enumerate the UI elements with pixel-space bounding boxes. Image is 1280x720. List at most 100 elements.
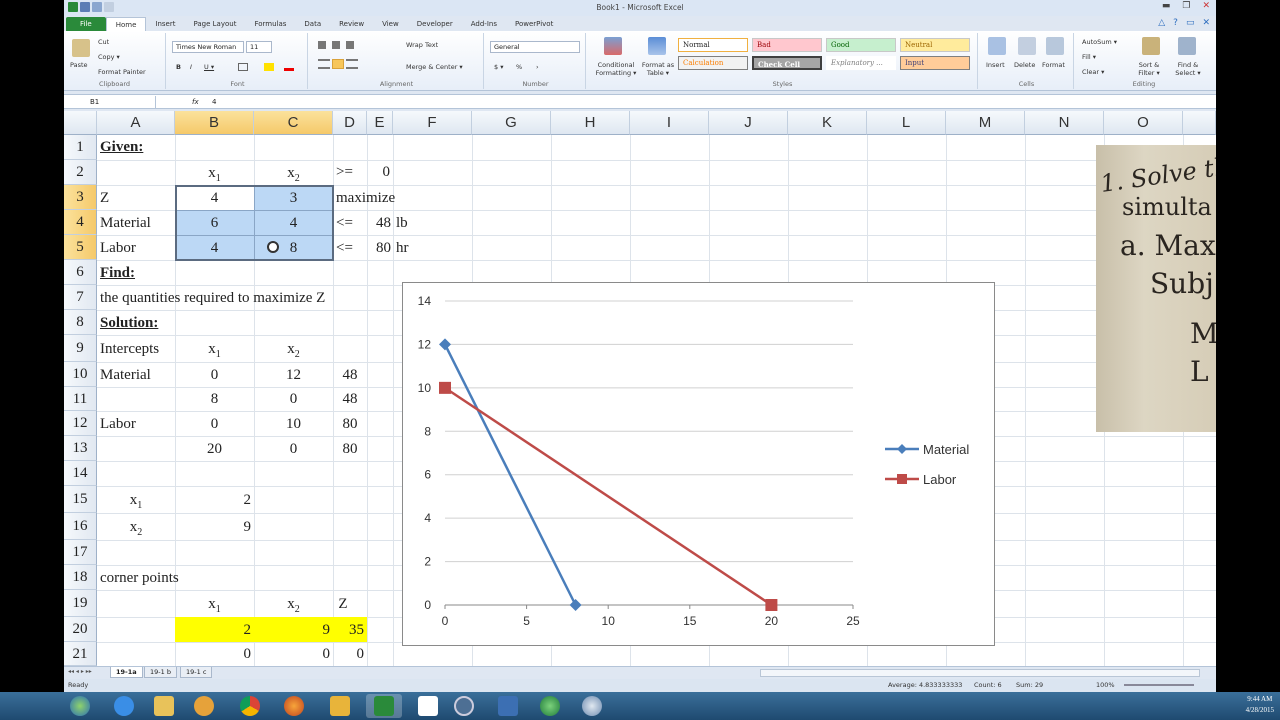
tab-home[interactable]: Home (105, 17, 147, 32)
taskbar-firefox[interactable] (276, 694, 312, 718)
delete-cells-icon[interactable] (1018, 37, 1036, 55)
tab-insert[interactable]: Insert (146, 17, 184, 32)
taskbar-outlook[interactable] (322, 694, 358, 718)
merge-center-button[interactable]: Merge & Center ▾ (406, 63, 463, 71)
cell-c2[interactable]: x2 (254, 166, 333, 184)
style-good[interactable]: Good (826, 38, 896, 52)
cell-d13[interactable]: 80 (333, 442, 367, 457)
clock-date[interactable]: 4/28/2015 (1246, 705, 1274, 716)
cell-b11[interactable]: 8 (175, 392, 254, 407)
col-header-k[interactable]: K (788, 111, 867, 135)
number-format-select[interactable]: General (490, 41, 580, 53)
name-box[interactable]: B1 (68, 96, 156, 108)
tab-page-layout[interactable]: Page Layout (184, 17, 245, 32)
row-header-13[interactable]: 13 (64, 436, 97, 461)
worksheet[interactable]: A B C D E F G H I J K L M N O 1 2 3 4 5 … (64, 111, 1216, 666)
cell-a10[interactable]: Material (100, 368, 151, 383)
col-header-e[interactable]: E (367, 111, 393, 135)
copy-button[interactable]: Copy ▾ (98, 53, 120, 61)
find-select-button[interactable]: Find & Select ▾ (1172, 61, 1204, 77)
cell-a15[interactable]: x1 (97, 493, 175, 511)
zoom-level[interactable]: 100% (1096, 681, 1115, 689)
row-header-19[interactable]: 19 (64, 590, 97, 617)
cell-c4[interactable]: 4 (254, 216, 333, 231)
clock-time[interactable]: 9:44 AM (1246, 694, 1274, 705)
sheet-nav-arrows-icon[interactable]: ◂◂ ◂ ▸ ▸▸ (68, 668, 92, 675)
cell-c9[interactable]: x2 (254, 342, 333, 360)
style-check-cell[interactable]: Check Cell (752, 56, 822, 70)
font-name-select[interactable]: Times New Roman (172, 41, 244, 53)
cell-a4[interactable]: Material (100, 216, 151, 231)
cell-e2[interactable]: 0 (367, 165, 391, 180)
tab-view[interactable]: View (373, 17, 408, 32)
clear-button[interactable]: Clear ▾ (1082, 68, 1104, 76)
cell-b5[interactable]: 4 (175, 241, 254, 256)
taskbar-dropbox[interactable] (410, 694, 446, 718)
taskbar-r[interactable] (490, 694, 526, 718)
cell-d12[interactable]: 80 (333, 417, 367, 432)
cell-a18[interactable]: corner points (100, 571, 179, 586)
currency-button[interactable]: $ ▾ (494, 63, 503, 71)
col-header-g[interactable]: G (472, 111, 551, 135)
row-header-5[interactable]: 5 (64, 235, 97, 260)
zoom-slider[interactable] (1124, 684, 1194, 686)
style-calculation[interactable]: Calculation (678, 56, 748, 70)
taskbar-chrome[interactable] (232, 694, 268, 718)
cell-b3[interactable]: 4 (175, 191, 254, 206)
start-button[interactable] (62, 694, 98, 718)
row-header-17[interactable]: 17 (64, 540, 97, 565)
taskbar-media[interactable] (186, 694, 222, 718)
fill-button[interactable]: Fill ▾ (1082, 53, 1096, 61)
style-input[interactable]: Input (900, 56, 970, 70)
tab-formulas[interactable]: Formulas (245, 17, 295, 32)
cell-c3[interactable]: 3 (254, 191, 333, 206)
cell-c5[interactable]: 8 (254, 241, 333, 256)
help-icon[interactable]: ? (1173, 18, 1178, 28)
taskbar-globe[interactable] (532, 694, 568, 718)
row-header-21[interactable]: 21 (64, 642, 97, 666)
cell-c21[interactable]: 0 (254, 647, 331, 662)
col-header-f[interactable]: F (393, 111, 472, 135)
col-header-o[interactable]: O (1104, 111, 1183, 135)
cell-d2[interactable]: >= (336, 165, 353, 180)
row-header-20[interactable]: 20 (64, 617, 97, 642)
left-align-icon[interactable] (318, 59, 330, 69)
restore-button[interactable]: ❐ (1182, 1, 1190, 11)
col-header-h[interactable]: H (551, 111, 630, 135)
cell-b20[interactable]: 2 (175, 623, 252, 638)
col-header-a[interactable]: A (97, 111, 175, 135)
col-header-n[interactable]: N (1025, 111, 1104, 135)
cell-b9[interactable]: x1 (175, 342, 254, 360)
formula-input[interactable]: 4 (212, 96, 216, 108)
cell-d21[interactable]: 0 (333, 647, 365, 662)
fill-color-icon[interactable] (264, 63, 274, 71)
cell-a8[interactable]: Solution: (100, 316, 158, 331)
col-header-i[interactable]: I (630, 111, 709, 135)
row-header-15[interactable]: 15 (64, 486, 97, 513)
row-header-2[interactable]: 2 (64, 160, 97, 185)
minimize-button[interactable]: ▬ (1162, 1, 1171, 11)
comma-button[interactable]: › (536, 63, 539, 71)
sort-filter-icon[interactable] (1142, 37, 1160, 55)
style-explanatory[interactable]: Explanatory ... (826, 56, 896, 70)
cell-c11[interactable]: 0 (254, 392, 333, 407)
sort-filter-button[interactable]: Sort & Filter ▾ (1134, 61, 1164, 77)
cell-b21[interactable]: 0 (175, 647, 252, 662)
cell-a3[interactable]: Z (100, 191, 109, 206)
taskbar-excel[interactable] (366, 694, 402, 718)
style-neutral[interactable]: Neutral (900, 38, 970, 52)
cell-b13[interactable]: 20 (175, 442, 254, 457)
cell-e5[interactable]: 80 (367, 241, 391, 256)
cell-b15[interactable]: 2 (175, 493, 252, 508)
cell-b4[interactable]: 6 (175, 216, 254, 231)
cell-a7[interactable]: the quantities required to maximize Z (100, 291, 325, 306)
paste-button[interactable]: Paste (70, 61, 88, 69)
delete-cells-button[interactable]: Delete (1014, 61, 1035, 69)
cut-button[interactable]: Cut (98, 38, 109, 46)
cell-a12[interactable]: Labor (100, 417, 136, 432)
row-header-16[interactable]: 16 (64, 513, 97, 540)
format-cells-icon[interactable] (1046, 37, 1064, 55)
row-header-11[interactable]: 11 (64, 387, 97, 411)
style-bad[interactable]: Bad (752, 38, 822, 52)
vertical-align-icons[interactable] (318, 41, 360, 49)
